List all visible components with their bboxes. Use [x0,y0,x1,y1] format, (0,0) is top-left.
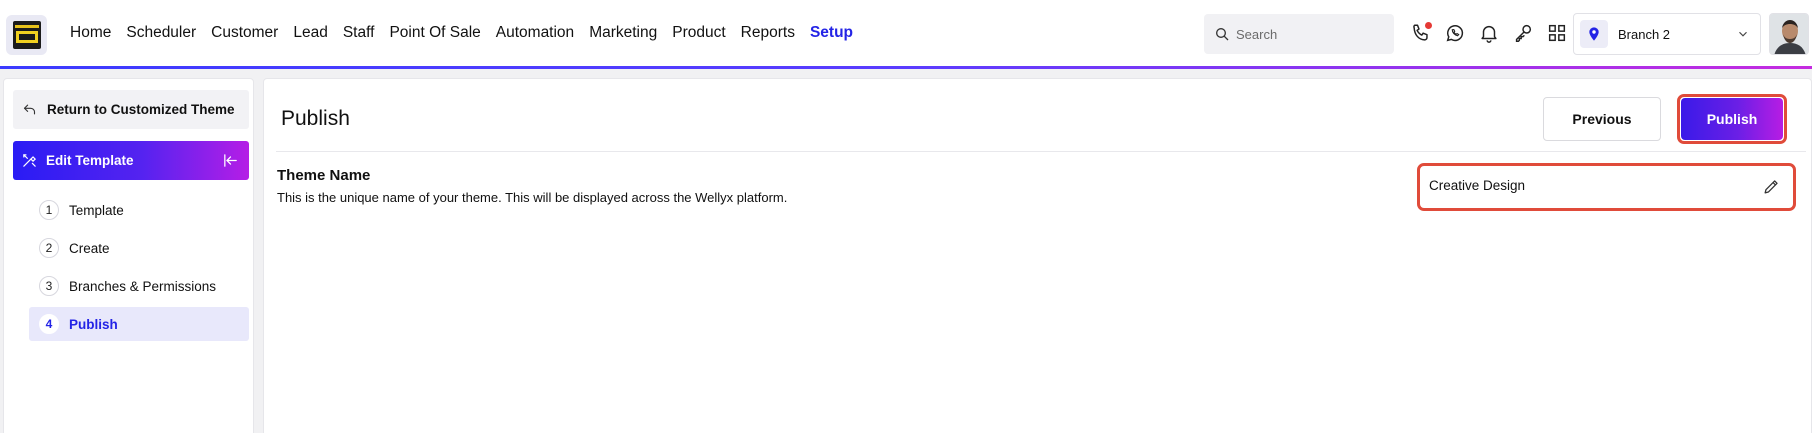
step-number: 4 [39,314,59,334]
branch-label: Branch 2 [1618,26,1671,42]
step-list: 1 Template 2 Create 3 Branches & Permiss… [29,191,249,341]
theme-name-input[interactable] [1429,178,1729,193]
edit-template-label: Edit Template [46,153,134,168]
brand-logo[interactable] [6,15,47,55]
step-label: Template [69,202,124,218]
step-number: 1 [39,200,59,220]
theme-name-field [1417,163,1796,211]
nav-automation[interactable]: Automation [496,24,574,42]
theme-name-heading: Theme Name [277,167,371,184]
search-box [1204,14,1394,54]
header-accent-line [0,66,1812,69]
back-arrow-icon [23,104,36,115]
nav-setup[interactable]: Setup [810,24,853,42]
nav-staff[interactable]: Staff [343,24,375,42]
notification-dot [1425,22,1432,29]
nav-customer[interactable]: Customer [211,24,278,42]
logo-mark [12,21,41,49]
search-icon [1216,28,1229,41]
step-number: 2 [39,238,59,258]
apps-grid-icon[interactable] [1546,22,1568,44]
template-sidebar: Return to Customized Theme Edit Template… [3,78,254,433]
nav-home[interactable]: Home [70,24,111,42]
publish-panel: Publish Previous Publish Theme Name This… [263,78,1812,433]
bell-icon[interactable] [1478,22,1500,44]
nav-marketing[interactable]: Marketing [589,24,657,42]
header-icon-group [1410,22,1568,44]
previous-button[interactable]: Previous [1543,97,1661,141]
edit-template-header: Edit Template [13,141,249,180]
nav-reports[interactable]: Reports [741,24,795,42]
branch-selector[interactable]: Branch 2 [1573,13,1761,55]
nav-lead[interactable]: Lead [293,24,327,42]
step-create[interactable]: 2 Create [29,229,249,267]
collapse-sidebar-icon[interactable] [222,152,239,169]
whatsapp-icon[interactable] [1444,22,1466,44]
step-number: 3 [39,276,59,296]
header-divider [276,151,1806,152]
phone-icon[interactable] [1410,22,1432,44]
key-icon[interactable] [1512,22,1534,44]
step-label: Create [69,240,110,256]
theme-name-description: This is the unique name of your theme. T… [277,190,788,205]
chevron-down-icon [1739,31,1747,37]
nav-product[interactable]: Product [672,24,725,42]
main-nav: Home Scheduler Customer Lead Staff Point… [70,24,868,42]
step-label: Publish [69,316,118,332]
location-pin-icon [1580,20,1608,48]
return-label: Return to Customized Theme [47,102,235,117]
pencil-icon[interactable] [1762,177,1781,196]
step-label: Branches & Permissions [69,278,217,294]
search-input[interactable] [1236,26,1386,42]
publish-button[interactable]: Publish [1681,98,1783,140]
step-branches-permissions[interactable]: 3 Branches & Permissions [29,267,249,305]
page-title: Publish [281,107,350,130]
return-to-theme-button[interactable]: Return to Customized Theme [13,90,249,129]
step-template[interactable]: 1 Template [29,191,249,229]
user-avatar[interactable] [1769,13,1809,55]
nav-scheduler[interactable]: Scheduler [126,24,196,42]
top-navbar: Home Scheduler Customer Lead Staff Point… [0,0,1812,67]
nav-point-of-sale[interactable]: Point Of Sale [389,24,480,42]
step-publish[interactable]: 4 Publish [29,307,249,341]
tools-icon [23,154,37,167]
